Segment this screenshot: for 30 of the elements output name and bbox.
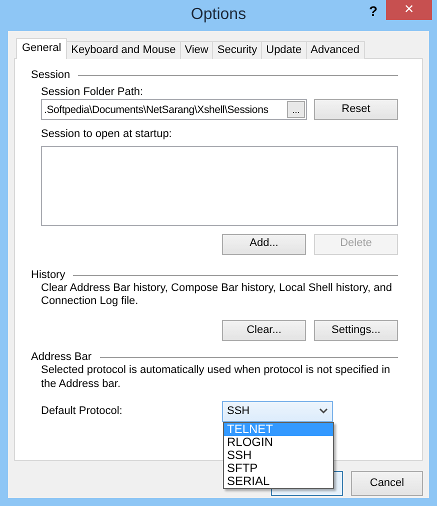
description-text: Selected protocol is automatically used when protocol is not specified in the Address bar.: [41, 364, 392, 391]
tab[interactable]: Keyboard and Mouse: [66, 41, 181, 59]
browse-button[interactable]: ...: [287, 101, 305, 118]
field-label: Session to open at startup:: [41, 128, 173, 142]
dropdown-option[interactable]: SSH: [224, 448, 333, 462]
add-button[interactable]: Add...: [222, 234, 306, 255]
group-heading: History: [31, 268, 66, 282]
selected-value: SSH: [227, 404, 250, 418]
close-button[interactable]: ×: [386, 0, 432, 20]
tab[interactable]: Security: [212, 41, 262, 59]
dropdown-option[interactable]: RLOGIN: [224, 436, 333, 449]
tab[interactable]: Update: [261, 41, 307, 59]
dropdown-option[interactable]: SERIAL: [224, 474, 333, 488]
help-button[interactable]: ?: [366, 2, 381, 20]
group-heading: Address Bar: [31, 351, 92, 364]
cancel-button[interactable]: Cancel: [351, 471, 423, 496]
clear-button[interactable]: Clear...: [222, 320, 306, 342]
tab[interactable]: View: [180, 41, 214, 59]
reset-button[interactable]: Reset: [314, 99, 398, 120]
path-text: .Softpedia\Documents\NetSarang\Xshell\Sessions: [44, 104, 270, 116]
group-heading: Session: [31, 69, 70, 82]
field-label: Default Protocol:: [41, 404, 124, 418]
description-text: Clear Address Bar history, Compose Bar history, Local Shell history, and Connection Log file.: [41, 282, 393, 308]
path-field[interactable]: .Softpedia\Documents\NetSarang\Xshell\Sessions ...: [41, 99, 307, 120]
window-title: Options: [190, 5, 248, 24]
settings-button[interactable]: Settings...: [314, 320, 398, 342]
field-label: Session Folder Path:: [41, 86, 144, 100]
tab[interactable]: General: [16, 38, 68, 59]
tab[interactable]: Advanced: [306, 41, 365, 59]
dropdown-option[interactable]: SFTP: [224, 462, 333, 475]
